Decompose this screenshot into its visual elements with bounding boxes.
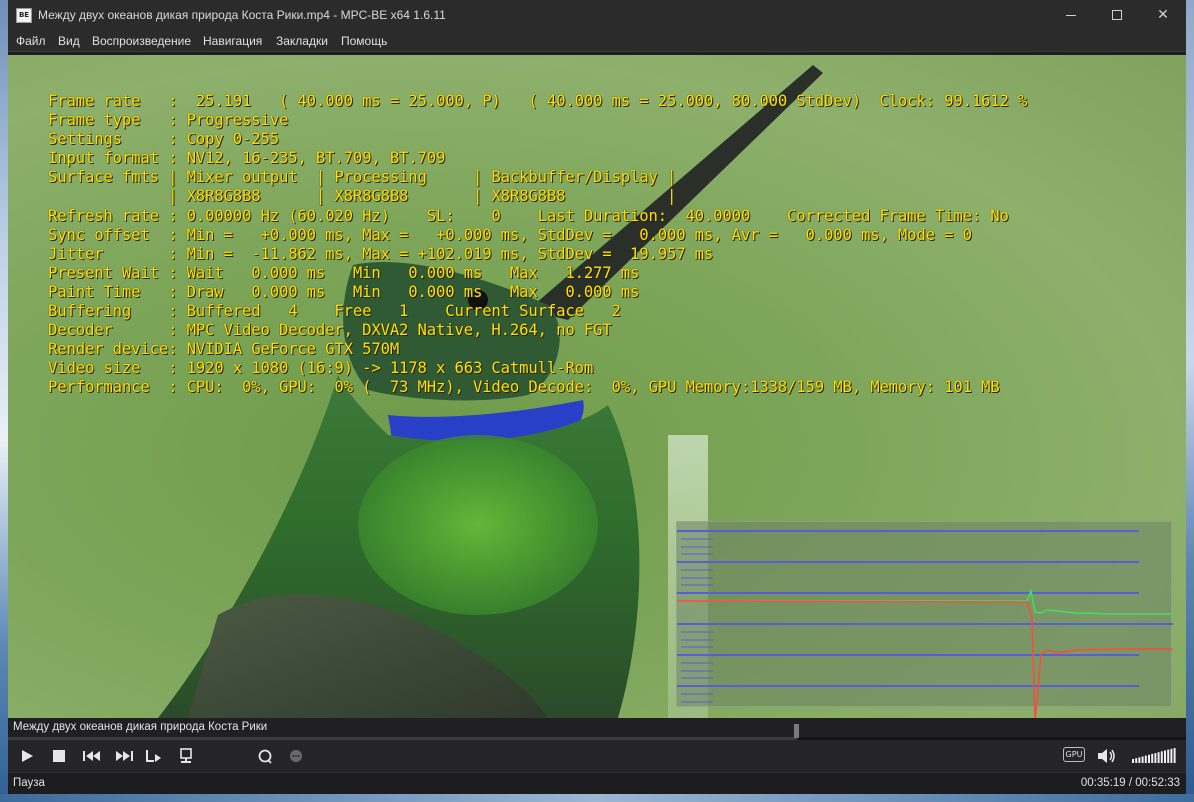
stats-line: Sync offset : Min = +0.000 ms, Max = +0.… [48,225,972,244]
volume-bar [1148,754,1150,763]
desktop-left-edge [0,0,8,802]
menu-bookmarks[interactable]: Закладки [276,34,328,48]
volume-bar [1154,753,1157,763]
stats-line: Settings : Copy 0-255 [48,130,279,149]
app-icon[interactable]: BE [16,8,32,23]
stats-line: Refresh rate : 0.00000 Hz (60.020 Hz) SL… [48,206,1009,225]
subtitle-icon [180,748,192,763]
desktop-right-edge [1186,0,1194,802]
stats-line: Frame rate : 25.191 ( 40.000 ms = 25.000… [48,92,1028,110]
graph-red-line [677,600,1173,718]
title-bar[interactable]: BE Между двух океанов дикая природа Кост… [8,0,1186,31]
stats-line: | X8R8G8B8 | X8R8G8B8 | X8R8G8B8 | [48,187,677,206]
control-bar: GPU [8,740,1186,772]
maximize-button[interactable] [1094,0,1140,31]
stop-button[interactable] [48,745,70,767]
time-display[interactable]: 00:35:19 / 00:52:33 [1081,777,1180,789]
playback-state: Пауза [13,777,45,789]
graph-green-line [677,588,1173,615]
volume-bar [1167,749,1170,763]
stop-icon [53,750,65,762]
minimize-icon [1066,14,1076,16]
status-bar: Пауза 00:35:19 / 00:52:33 [8,772,1186,794]
jitter-graph [676,521,1173,718]
stats-line: Surface fmts | Mixer output | Processing… [48,168,677,187]
stats-line: Decoder : MPC Video Decoder, DXVA2 Nativ… [48,321,612,340]
menu-navigation[interactable]: Навигация [203,34,262,48]
next-icon [116,751,133,761]
stats-line: Buffering : Buffered 4 Free 1 Current Su… [48,302,621,321]
volume-bar [1138,757,1141,763]
menu-playback[interactable]: Воспроизведение [92,34,191,48]
menu-help[interactable]: Помощь [341,34,387,48]
next-button[interactable] [113,745,135,767]
volume-bar [1160,751,1163,763]
mute-button[interactable] [1096,745,1118,767]
search-button[interactable] [254,745,276,767]
frame-step-icon [146,750,161,762]
menu-bar: Файл Вид Воспроизведение Навигация Закла… [8,31,1186,52]
stats-line: Jitter : Min = -11.862 ms, Max = +102.01… [48,244,714,263]
volume-bar [1141,756,1144,763]
volume-bar [1135,758,1138,763]
volume-bar [1164,750,1166,763]
volume-bar [1170,748,1173,763]
player-window: BE Между двух океанов дикая природа Кост… [8,0,1186,794]
file-name-label: Между двух океанов дикая природа Коста Р… [13,721,268,733]
stats-line: Render device: NVIDIA GeForce GTX 570M [48,340,400,359]
seek-handle[interactable] [794,724,799,738]
search-icon [258,749,272,764]
prev-icon [83,751,100,761]
window-title: Между двух океанов дикая природа Коста Р… [38,8,446,22]
stats-line: Frame type : Progressive [48,111,289,130]
gpu-indicator[interactable]: GPU [1063,747,1085,762]
stats-line: Input format : NV12, 16-235, BT.709, BT.… [48,149,446,168]
jitter-graph-plot [677,530,1173,718]
stats-line: Paint Time : Draw 0.000 ms Min 0.000 ms … [48,282,640,301]
play-button[interactable] [16,745,38,767]
volume-bar [1144,755,1147,763]
stats-line: Performance : CPU: 0%, GPU: 0% ( 73 MHz)… [48,378,1000,397]
desktop-bottom-edge [0,794,1194,802]
volume-slider[interactable] [1132,748,1178,764]
volume-bar [1173,748,1176,763]
previous-button[interactable] [81,745,103,767]
video-area[interactable]: Frame rate : 25.191 ( 40.000 ms = 25.000… [8,55,1186,718]
subtitle-button[interactable] [175,745,197,767]
stats-line: Video size : 1920 x 1080 (16:9) -> 1178 … [48,359,594,378]
close-button[interactable]: ✕ [1140,0,1186,31]
stats-line: Present Wait : Wait 0.000 ms Min 0.000 m… [48,263,640,282]
statistics-overlay: Frame rate : 25.191 ( 40.000 ms = 25.000… [48,92,1027,398]
volume-bar [1157,752,1160,763]
menu-view[interactable]: Вид [58,34,80,48]
minimize-button[interactable] [1048,0,1094,31]
record-button[interactable] [285,745,307,767]
frame-step-button[interactable] [144,745,166,767]
maximize-icon [1112,10,1122,20]
volume-bar [1132,759,1134,763]
file-name-bar: Между двух океанов дикая природа Коста Р… [8,718,1186,738]
menu-file[interactable]: Файл [16,34,46,48]
volume-bar [1151,753,1154,763]
close-icon: ✕ [1157,7,1169,23]
play-icon [22,750,33,762]
speaker-icon [1098,749,1115,763]
record-icon [290,750,302,762]
